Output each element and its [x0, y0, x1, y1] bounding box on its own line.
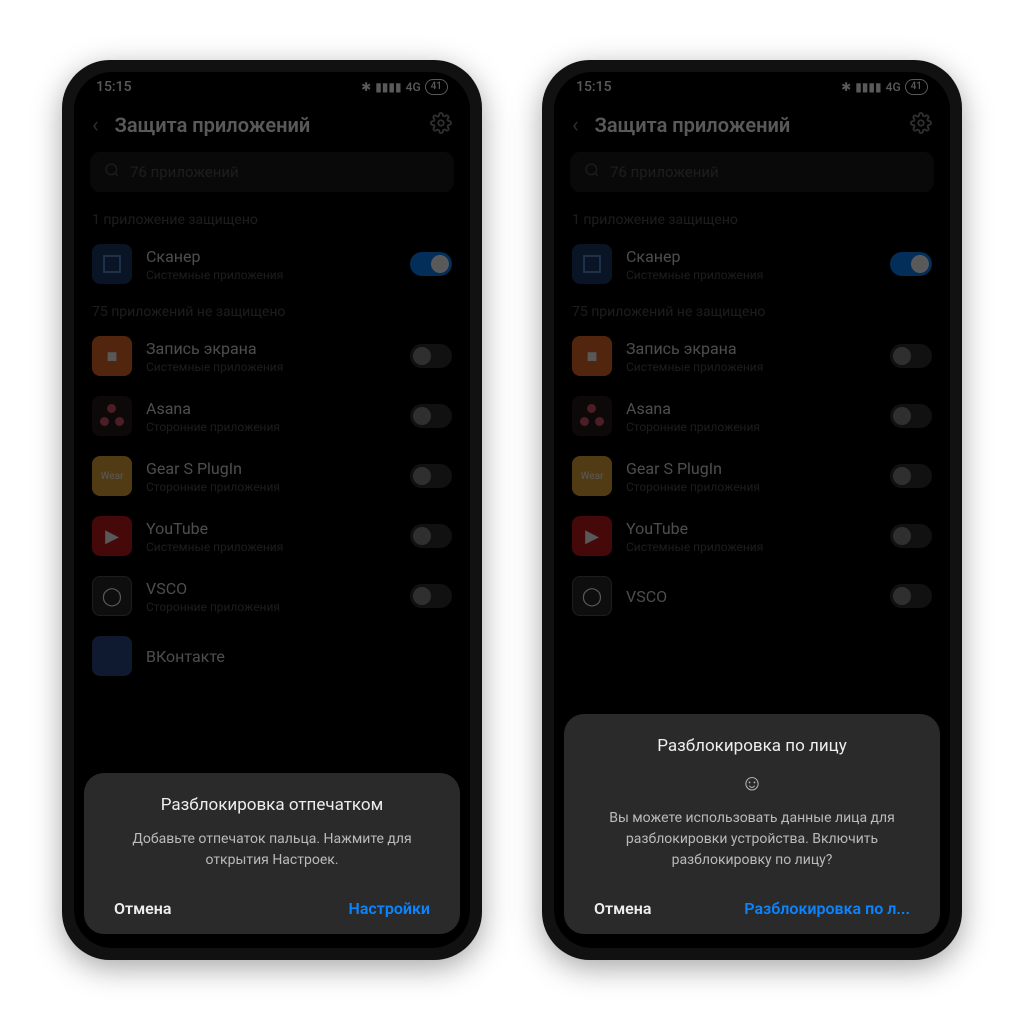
gear-plugin-icon: Wear [572, 456, 612, 496]
toggle-vsco[interactable] [890, 584, 932, 608]
toggle-rec[interactable] [890, 344, 932, 368]
header: ‹ Защита приложений [554, 102, 950, 152]
section-protected: 1 приложение защищено [554, 202, 950, 234]
section-unprotected: 75 приложений не защищено [554, 294, 950, 326]
toggle-gears[interactable] [890, 464, 932, 488]
app-row-vk[interactable]: ВКонтакте [74, 626, 470, 686]
toggle-vsco[interactable] [410, 584, 452, 608]
toggle-scanner[interactable] [410, 252, 452, 276]
screen-rec-icon: ■ [92, 336, 132, 376]
toggle-youtube[interactable] [890, 524, 932, 548]
screen-rec-icon: ■ [572, 336, 612, 376]
app-row-vsco[interactable]: ◯ VSCO Сторонние приложения [74, 566, 470, 626]
settings-gear-icon[interactable] [910, 112, 932, 138]
section-protected: 1 приложение защищено [74, 202, 470, 234]
status-bar: 15:15 ✱ ▮▮▮▮ 4G 41 [554, 72, 950, 102]
sheet-body: Добавьте отпечаток пальца. Нажмите для о… [104, 829, 440, 871]
gear-plugin-icon: Wear [92, 456, 132, 496]
asana-icon [92, 396, 132, 436]
status-right: ✱ ▮▮▮▮ 4G 41 [361, 79, 448, 95]
signal-icon: ▮▮▮▮ [375, 80, 401, 94]
app-row-youtube[interactable]: ▶ YouTube Системные приложения [74, 506, 470, 566]
app-name: Сканер [146, 247, 396, 266]
back-button[interactable]: ‹ [92, 113, 99, 138]
face-icon: ☺ [584, 770, 920, 796]
battery-icon: 41 [425, 79, 448, 95]
settings-button[interactable]: Настройки [349, 899, 431, 918]
status-right: ✱ ▮▮▮▮ 4G 41 [841, 79, 928, 95]
app-row-rec[interactable]: ■ Запись экрана Системные приложения [74, 326, 470, 386]
search-field[interactable]: 76 приложений [570, 152, 934, 192]
status-time: 15:15 [96, 79, 132, 95]
bluetooth-icon: ✱ [841, 80, 851, 94]
app-row-rec[interactable]: ■ Запись экрана Системные приложения [554, 326, 950, 386]
phone-right: 15:15 ✱ ▮▮▮▮ 4G 41 ‹ Защита приложений [542, 60, 962, 960]
screen: 15:15 ✱ ▮▮▮▮ 4G 41 ‹ Защита приложений [554, 72, 950, 948]
header: ‹ Защита приложений [74, 102, 470, 152]
settings-gear-icon[interactable] [430, 112, 452, 138]
scanner-icon [572, 244, 612, 284]
network-label: 4G [406, 80, 421, 94]
app-row-asana[interactable]: Asana Сторонние приложения [554, 386, 950, 446]
vsco-icon: ◯ [572, 576, 612, 616]
battery-icon: 41 [905, 79, 928, 95]
page-title: Защита приложений [115, 113, 414, 137]
search-icon [104, 162, 120, 182]
app-row-youtube[interactable]: ▶ YouTube Системные приложения [554, 506, 950, 566]
signal-icon: ▮▮▮▮ [855, 80, 881, 94]
screen: 15:15 ✱ ▮▮▮▮ 4G 41 ‹ Защита приложений [74, 72, 470, 948]
youtube-icon: ▶ [92, 516, 132, 556]
vsco-icon: ◯ [92, 576, 132, 616]
sheet-title: Разблокировка по лицу [584, 736, 920, 756]
toggle-gears[interactable] [410, 464, 452, 488]
asana-icon [572, 396, 612, 436]
phone-left: 15:15 ✱ ▮▮▮▮ 4G 41 ‹ Защита приложений [62, 60, 482, 960]
cancel-button[interactable]: Отмена [114, 899, 171, 918]
app-sub: Системные приложения [146, 268, 396, 282]
toggle-asana[interactable] [410, 404, 452, 428]
toggle-rec[interactable] [410, 344, 452, 368]
search-placeholder: 76 приложений [130, 163, 239, 181]
toggle-asana[interactable] [890, 404, 932, 428]
status-time: 15:15 [576, 79, 612, 95]
vk-icon [92, 636, 132, 676]
sheet-body: Вы можете использовать данные лица для р… [584, 808, 920, 871]
app-row-scanner[interactable]: Сканер Системные приложения [74, 234, 470, 294]
page-title: Защита приложений [595, 113, 894, 137]
back-button[interactable]: ‹ [572, 113, 579, 138]
network-label: 4G [886, 80, 901, 94]
sheet-title: Разблокировка отпечатком [104, 795, 440, 815]
cancel-button[interactable]: Отмена [594, 899, 651, 918]
search-icon [584, 162, 600, 182]
status-bar: 15:15 ✱ ▮▮▮▮ 4G 41 [74, 72, 470, 102]
face-unlock-button[interactable]: Разблокировка по л... [744, 899, 910, 918]
search-field[interactable]: 76 приложений [90, 152, 454, 192]
app-row-gears[interactable]: Wear Gear S PlugIn Сторонние приложения [554, 446, 950, 506]
toggle-scanner[interactable] [890, 252, 932, 276]
scanner-icon [92, 244, 132, 284]
face-unlock-sheet: Разблокировка по лицу ☺ Вы можете исполь… [564, 714, 940, 934]
app-row-scanner[interactable]: Сканер Системные приложения [554, 234, 950, 294]
toggle-youtube[interactable] [410, 524, 452, 548]
bluetooth-icon: ✱ [361, 80, 371, 94]
fingerprint-sheet: Разблокировка отпечатком Добавьте отпеча… [84, 773, 460, 934]
section-unprotected: 75 приложений не защищено [74, 294, 470, 326]
app-row-gears[interactable]: Wear Gear S PlugIn Сторонние приложения [74, 446, 470, 506]
search-placeholder: 76 приложений [610, 163, 719, 181]
app-row-asana[interactable]: Asana Сторонние приложения [74, 386, 470, 446]
app-row-vsco[interactable]: ◯ VSCO [554, 566, 950, 626]
youtube-icon: ▶ [572, 516, 612, 556]
